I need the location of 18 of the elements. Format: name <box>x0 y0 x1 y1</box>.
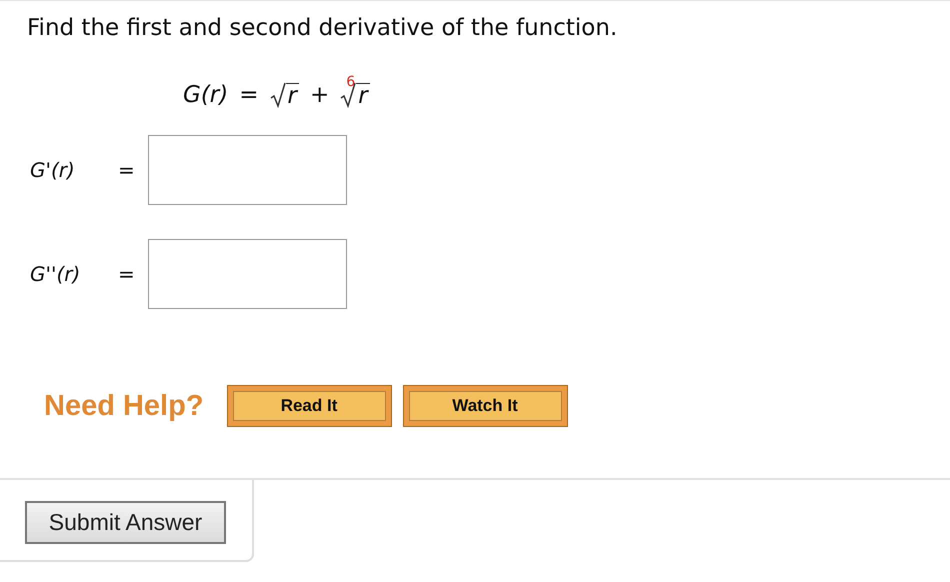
plus-sign: + <box>310 82 330 108</box>
derivative-label: G'(r) <box>30 158 76 182</box>
equals-sign: = <box>118 158 136 182</box>
equals-sign: = <box>239 82 259 108</box>
function-name: G(r) <box>183 82 228 108</box>
help-button[interactable]: Watch It <box>402 385 568 427</box>
answer-field[interactable] <box>148 239 347 309</box>
radicand: r <box>286 83 299 108</box>
equals-sign: = <box>118 262 136 286</box>
help-button[interactable]: Read It <box>226 385 392 427</box>
answer-field[interactable] <box>148 135 347 205</box>
submit-answer-button[interactable]: Submit Answer <box>25 501 226 544</box>
need-help-label: Need Help? <box>44 390 204 422</box>
derivative-label: G''(r) <box>30 262 82 286</box>
radical-sign-icon <box>270 82 286 108</box>
radicand: r <box>356 83 370 108</box>
question-prompt: Find the first and second derivative of the function. <box>26 14 618 41</box>
root-index: 6 <box>346 74 356 90</box>
